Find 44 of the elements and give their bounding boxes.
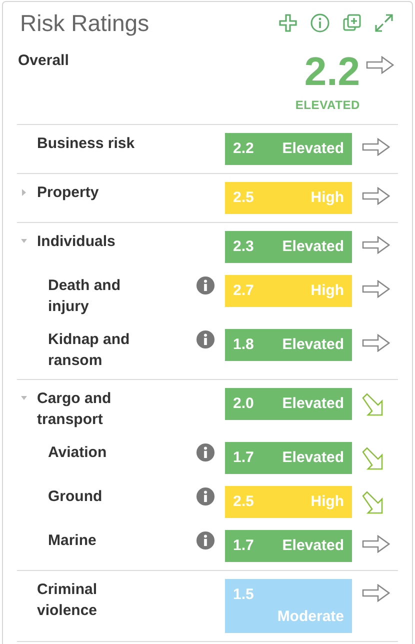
info-icon[interactable] — [310, 13, 330, 33]
right-arrow-icon[interactable] — [362, 236, 390, 254]
info-icon[interactable] — [196, 330, 215, 349]
category-name: Marine — [48, 531, 98, 551]
rating-badge: 2.2 Elevated — [225, 133, 352, 165]
right-arrow-icon[interactable] — [366, 56, 394, 74]
rating-badge: 2.5 High — [225, 182, 352, 214]
category-name: Death and injury — [48, 276, 122, 317]
rating-badge: 2.0 Elevated — [225, 388, 352, 420]
right-arrow-icon[interactable] — [362, 280, 390, 298]
right-arrow-icon[interactable] — [362, 138, 390, 156]
rating-badge: 2.3 Elevated — [225, 231, 352, 263]
panel-title: Risk Ratings — [20, 9, 150, 38]
rating-badge: 1.7 Elevated — [225, 530, 352, 562]
collapse-caret-icon[interactable] — [21, 395, 27, 402]
expand-caret-icon[interactable] — [21, 189, 27, 196]
right-arrow-icon[interactable] — [362, 584, 390, 602]
category-name: Ground — [48, 487, 104, 507]
rating-badge: 1.7 Elevated — [225, 442, 352, 474]
rating-badge: 2.5 High — [225, 486, 352, 518]
add-copy-icon[interactable] — [342, 13, 362, 33]
category-name: Kidnap and ransom — [48, 330, 131, 371]
right-arrow-icon[interactable] — [362, 187, 390, 205]
info-icon[interactable] — [196, 487, 215, 506]
right-arrow-icon[interactable] — [362, 535, 390, 553]
category-name: Business risk — [37, 134, 136, 154]
rating-badge: 1.5 Moderate — [225, 579, 352, 633]
info-icon[interactable] — [196, 443, 215, 462]
info-icon[interactable] — [196, 531, 215, 550]
category-name: Individuals — [37, 232, 116, 252]
info-icon[interactable] — [196, 276, 215, 295]
plus-icon[interactable] — [278, 13, 298, 33]
category-name: Aviation — [48, 443, 108, 463]
right-arrow-icon[interactable] — [362, 334, 390, 352]
category-name: Cargo and transport — [37, 389, 112, 430]
overall-score: 2.2 — [304, 50, 360, 94]
category-name: Property — [37, 183, 100, 203]
collapse-caret-icon[interactable] — [21, 238, 27, 245]
rating-badge: 2.7 High — [225, 275, 352, 307]
overall-label: Overall — [18, 51, 69, 71]
rating-badge: 1.8 Elevated — [225, 329, 352, 361]
expand-icon[interactable] — [374, 13, 394, 33]
overall-level: ELEVATED — [295, 97, 360, 114]
category-name: Criminal violence — [37, 580, 98, 621]
